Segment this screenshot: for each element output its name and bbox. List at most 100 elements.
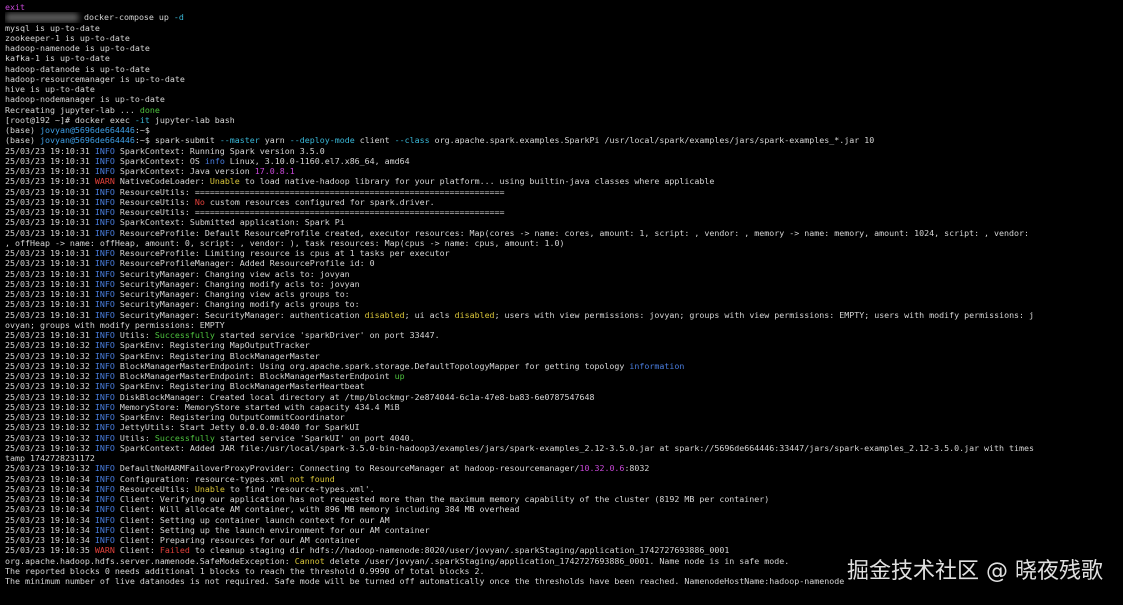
terminal-text: INFO (94, 278, 115, 289)
terminal-text: Utils: (114, 432, 155, 443)
terminal-text: yarn (259, 135, 290, 146)
terminal-text: disabled (454, 309, 495, 320)
terminal-text: INFO (94, 494, 115, 504)
terminal-text: INFO (94, 463, 115, 474)
terminal-text: 25/03/23 19:10:31 (5, 248, 95, 258)
terminal-text: org.apache.hadoop.hdfs.server.namenode.S… (5, 555, 295, 566)
terminal-line: Recreating jupyter-lab ... done (5, 105, 1119, 115)
terminal-line: 25/03/23 19:10:31 INFO SecurityManager: … (5, 279, 1119, 289)
terminal-line: 25/03/23 19:10:31 INFO SparkContext: OS … (5, 156, 1119, 166)
terminal-text: Client: Preparing resources for our AM c… (114, 535, 360, 545)
terminal-line: 25/03/23 19:10:34 INFO ResourceUtils: Un… (5, 484, 1119, 494)
terminal-text: The minimum number of live datanodes is … (5, 576, 845, 586)
terminal-line: 25/03/23 19:10:32 INFO JettyUtils: Start… (5, 422, 1119, 432)
terminal-text: 25/03/23 19:10:31 (5, 196, 95, 207)
terminal-text: information (629, 360, 685, 371)
terminal-line: 25/03/23 19:10:31 WARN NativeCodeLoader:… (5, 176, 1119, 186)
terminal-text: INFO (94, 155, 115, 166)
terminal-line: 25/03/23 19:10:31 INFO SecurityManager: … (5, 289, 1119, 299)
terminal-window[interactable]: exit docker-compose up -d mysql is up-to-… (0, 0, 1123, 605)
terminal-text: Utils: (114, 330, 155, 340)
terminal-text: INFO (94, 330, 115, 340)
terminal-text: (base) (5, 125, 40, 135)
terminal-text: INFO (94, 442, 115, 453)
terminal-text: BlockManagerMasterEndpoint: BlockManager… (114, 371, 395, 381)
terminal-line: 25/03/23 19:10:32 INFO SparkEnv: Registe… (5, 381, 1119, 391)
terminal-text: INFO (94, 289, 115, 299)
terminal-text: 25/03/23 19:10:31 (5, 155, 95, 166)
terminal-text: INFO (94, 207, 115, 217)
terminal-line: 25/03/23 19:10:34 INFO Client: Will allo… (5, 504, 1119, 514)
terminal-text: jovyan@5696de664446 (39, 135, 135, 146)
terminal-text: to cleanup staging dir hdfs://hadoop-nam… (189, 545, 730, 556)
terminal-text: 25/03/23 19:10:35 (5, 545, 95, 556)
terminal-text: JettyUtils: Start Jetty 0.0.0.0:4040 for… (114, 422, 360, 433)
terminal-text: 25/03/23 19:10:32 (5, 381, 95, 392)
terminal-text: INFO (94, 381, 115, 392)
terminal-text: NativeCodeLoader: (114, 176, 210, 187)
terminal-line: 25/03/23 19:10:31 INFO SparkContext: Sub… (5, 217, 1119, 227)
terminal-text: mysql is up-to-date (5, 22, 100, 33)
terminal-text: 25/03/23 19:10:34 (5, 514, 95, 525)
terminal-text: SparkContext: Submitted application: Spa… (114, 217, 345, 228)
terminal-text: docker-compose up (79, 12, 174, 23)
terminal-text: --master (219, 135, 260, 146)
terminal-text: ovyan; groups with modify permissions: E… (5, 319, 225, 330)
terminal-text: INFO (94, 166, 115, 176)
terminal-text: Unable (194, 483, 225, 494)
terminal-text: 25/03/23 19:10:32 (5, 340, 95, 351)
terminal-text: Failed (159, 545, 190, 556)
terminal-text: --class (394, 135, 430, 146)
terminal-line: 25/03/23 19:10:32 INFO MemoryStore: Memo… (5, 402, 1119, 412)
terminal-line: 25/03/23 19:10:32 INFO SparkEnv: Registe… (5, 351, 1119, 361)
terminal-text: Client: Setting up the launch environmen… (114, 524, 430, 535)
terminal-line: 25/03/23 19:10:31 INFO ResourceUtils: No… (5, 197, 1119, 207)
terminal-text: SparkContext: Added JAR file:/usr/local/… (114, 442, 1035, 453)
terminal-text: INFO (94, 248, 115, 258)
redacted-prompt (5, 13, 79, 23)
terminal-line: The minimum number of live datanodes is … (5, 576, 1119, 586)
terminal-text: SecurityManager: Changing modify acls gr… (114, 299, 360, 310)
terminal-line: kafka-1 is up-to-date (5, 53, 1119, 63)
terminal-text: disabled (364, 309, 405, 320)
terminal-text: 25/03/23 19:10:31 (5, 217, 95, 228)
terminal-text: SparkContext: Running Spark version 3.5.… (114, 145, 325, 156)
terminal-line: 25/03/23 19:10:31 INFO SparkContext: Run… (5, 146, 1119, 156)
terminal-text: jupyter-lab bash (149, 114, 235, 125)
terminal-text: WARN (94, 545, 115, 556)
terminal-text: ; ui acls (404, 309, 455, 320)
terminal-text: INFO (94, 412, 115, 422)
terminal-line: hadoop-resourcemanager is up-to-date (5, 74, 1119, 84)
terminal-text: Client: Will allocate AM container, with… (114, 504, 520, 515)
terminal-text: 10.32.0.6 (579, 463, 625, 474)
terminal-text: 25/03/23 19:10:34 (5, 535, 95, 545)
terminal-line: org.apache.hadoop.hdfs.server.namenode.S… (5, 556, 1119, 566)
terminal-text: ResourceProfile: Default ResourceProfile… (114, 227, 1030, 238)
terminal-line: 25/03/23 19:10:32 INFO Utils: Successful… (5, 433, 1119, 443)
terminal-line: 25/03/23 19:10:34 INFO Client: Verifying… (5, 494, 1119, 504)
terminal-line: 25/03/23 19:10:31 INFO ResourceUtils: ==… (5, 207, 1119, 217)
terminal-text: -it (134, 114, 150, 125)
terminal-text: DiskBlockManager: Created local director… (114, 391, 595, 402)
terminal-text: up (394, 371, 405, 381)
terminal-line: 25/03/23 19:10:34 INFO Configuration: re… (5, 474, 1119, 484)
terminal-text: Client: Setting up container launch cont… (114, 514, 390, 525)
terminal-text: hadoop-datanode is up-to-date (5, 63, 150, 74)
terminal-line: 25/03/23 19:10:31 INFO SecurityManager: … (5, 299, 1119, 309)
terminal-text: INFO (94, 350, 115, 361)
terminal-text: ResourceUtils: =========================… (114, 207, 505, 217)
terminal-text: exit (5, 2, 25, 12)
terminal-line: tamp 1742728231172 (5, 453, 1119, 463)
terminal-line: 25/03/23 19:10:31 INFO ResourceUtils: ==… (5, 187, 1119, 197)
terminal-text: INFO (94, 309, 115, 320)
terminal-text: started service 'SparkUI' on port 4040. (214, 432, 415, 443)
terminal-line: 25/03/23 19:10:31 INFO SparkContext: Jav… (5, 166, 1119, 176)
terminal-text: Client: Verifying our application has no… (114, 494, 770, 504)
terminal-text: 25/03/23 19:10:32 (5, 463, 95, 474)
terminal-text: 25/03/23 19:10:32 (5, 360, 95, 371)
terminal-text: delete /user/jovyan/.sparkStaging/applic… (324, 555, 790, 566)
terminal-text: SecurityManager: Changing view acls to: … (114, 268, 350, 279)
terminal-text: 25/03/23 19:10:31 (5, 289, 95, 299)
terminal-line: 25/03/23 19:10:32 INFO SparkEnv: Registe… (5, 340, 1119, 350)
terminal-text: WARN (94, 176, 115, 187)
